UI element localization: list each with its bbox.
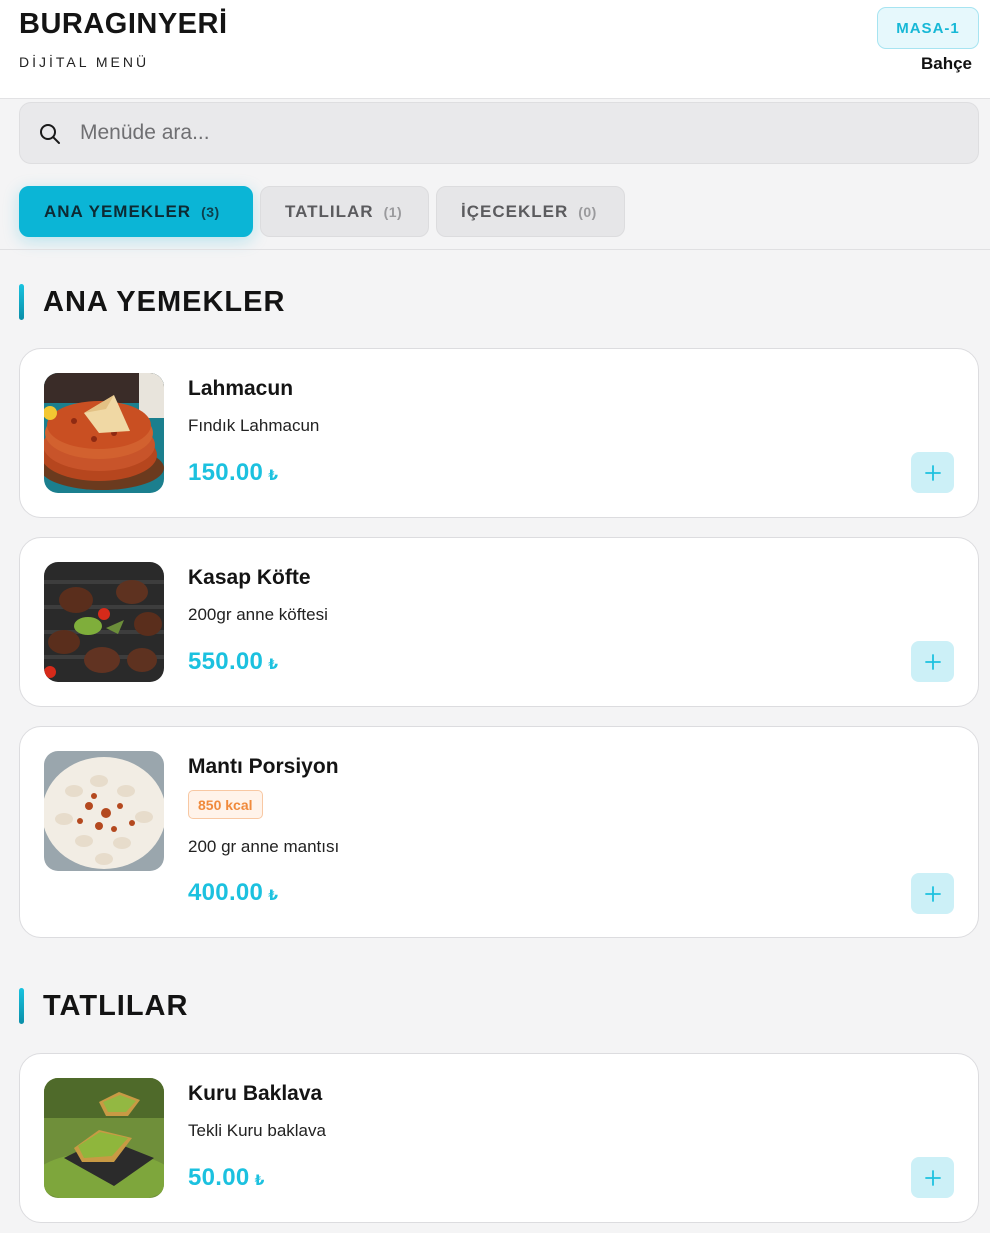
item-description: Tekli Kuru baklava — [188, 1121, 326, 1140]
currency-symbol: ₺ — [254, 1172, 265, 1188]
price-value: 550.00 — [188, 648, 264, 675]
currency-symbol: ₺ — [268, 656, 279, 672]
tab-icecekler[interactable]: İÇECEKLER (0) — [436, 186, 625, 237]
plus-icon — [924, 885, 941, 902]
item-name: Mantı Porsiyon — [188, 755, 339, 778]
category-tabs: ANA YEMEKLER (3) TATLILAR (1) İÇECEKLER … — [19, 186, 632, 237]
menu-item-card[interactable]: Kasap Köfte 200gr anne köftesi 550.00 ₺ — [19, 537, 979, 707]
brand-title: BURAGINYERİ — [19, 8, 228, 40]
section-heading-tatlilar: TATLILAR — [19, 988, 188, 1024]
tab-label: İÇECEKLER — [461, 201, 569, 221]
add-to-cart-button[interactable] — [911, 452, 954, 493]
brand-subtitle: DİJİTAL MENÜ — [19, 54, 150, 70]
lahmacun-photo — [44, 373, 164, 493]
currency-symbol: ₺ — [268, 887, 279, 903]
tab-count: (1) — [383, 203, 403, 220]
item-name: Kuru Baklava — [188, 1082, 323, 1105]
price-value: 400.00 — [188, 879, 264, 906]
item-name: Kasap Köfte — [188, 566, 311, 589]
add-to-cart-button[interactable] — [911, 641, 954, 682]
tab-count: (3) — [201, 203, 220, 220]
tabs-divider — [0, 249, 990, 250]
item-description: 200gr anne köftesi — [188, 605, 328, 624]
kofte-photo — [44, 562, 164, 682]
tab-ana-yemekler[interactable]: ANA YEMEKLER (3) — [19, 186, 253, 237]
price-value: 50.00 — [188, 1164, 250, 1191]
calorie-badge: 850 kcal — [188, 790, 263, 819]
tab-label: TATLILAR — [285, 201, 374, 221]
currency-symbol: ₺ — [268, 467, 279, 483]
app-header: BURAGINYERİ DİJİTAL MENÜ MASA-1 Bahçe — [0, 0, 990, 99]
section-title: ANA YEMEKLER — [43, 285, 286, 318]
area-name: Bahçe — [920, 54, 972, 73]
search-input[interactable] — [80, 103, 960, 163]
section-heading-ana-yemekler: ANA YEMEKLER — [19, 284, 285, 320]
item-price: 400.00 ₺ — [188, 879, 278, 907]
section-title: TATLILAR — [43, 989, 189, 1022]
plus-icon — [924, 1169, 941, 1186]
plus-icon — [924, 464, 941, 481]
item-price: 50.00 ₺ — [188, 1164, 265, 1192]
table-badge[interactable]: MASA-1 — [877, 7, 979, 49]
plus-icon — [924, 653, 941, 670]
price-value: 150.00 — [188, 459, 264, 486]
search-bar[interactable] — [19, 102, 979, 164]
item-description: 200 gr anne mantısı — [188, 837, 340, 856]
item-price: 550.00 ₺ — [188, 648, 278, 676]
manti-photo — [44, 751, 164, 871]
item-price: 150.00 ₺ — [188, 459, 278, 487]
item-name: Lahmacun — [188, 377, 294, 400]
section-accent-bar — [19, 988, 24, 1024]
tab-count: (0) — [578, 203, 597, 220]
add-to-cart-button[interactable] — [911, 1157, 954, 1198]
menu-item-card[interactable]: Mantı Porsiyon 850 kcal 200 gr anne mant… — [19, 726, 979, 938]
tab-label: ANA YEMEKLER — [44, 201, 192, 221]
item-description: Fındık Lahmacun — [188, 416, 320, 435]
add-to-cart-button[interactable] — [911, 873, 954, 914]
menu-item-card[interactable]: Kuru Baklava Tekli Kuru baklava 50.00 ₺ — [19, 1053, 979, 1223]
section-accent-bar — [19, 284, 24, 320]
search-icon — [40, 124, 60, 144]
baklava-photo — [44, 1078, 164, 1198]
tab-tatlilar[interactable]: TATLILAR (1) — [260, 186, 429, 237]
menu-item-card[interactable]: Lahmacun Fındık Lahmacun 150.00 ₺ — [19, 348, 979, 518]
